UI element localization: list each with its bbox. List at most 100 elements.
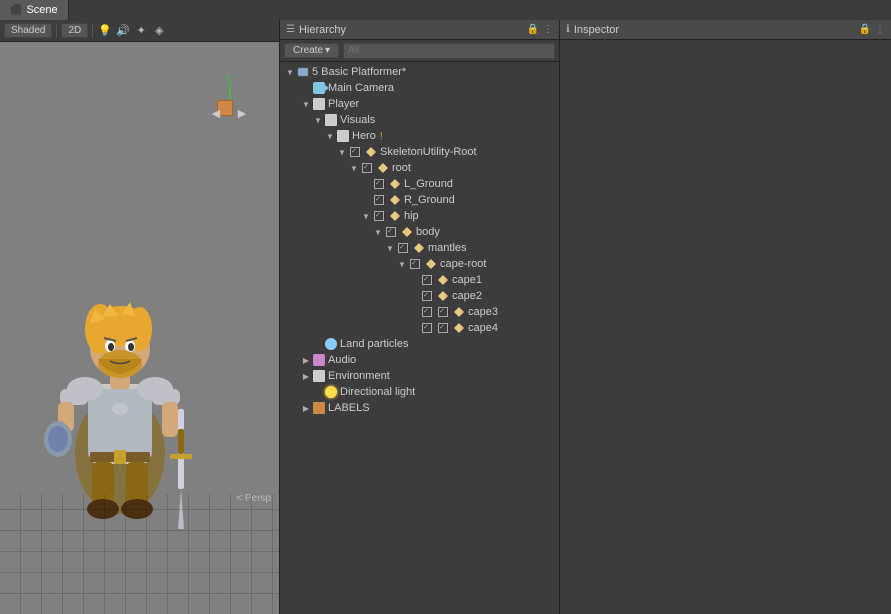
tree-item-land-particles[interactable]: Land particles bbox=[280, 336, 559, 352]
tree-item-l-ground[interactable]: L_Ground bbox=[280, 176, 559, 192]
body-check-icon bbox=[384, 225, 398, 239]
labels-icon bbox=[312, 401, 326, 415]
audio-arrow bbox=[300, 354, 312, 366]
land-particles-label: Land particles bbox=[340, 338, 409, 350]
mantles-label: mantles bbox=[428, 242, 467, 254]
mantles-check-icon bbox=[396, 241, 410, 255]
hierarchy-panel: ☰ Hierarchy 🔒 ⋮ Create ▾ bbox=[280, 20, 560, 614]
scene-tab-icon: ⬛ bbox=[10, 5, 22, 16]
cape2-label: cape2 bbox=[452, 290, 482, 302]
cape-root-check-icon bbox=[408, 257, 422, 271]
tree-item-environment[interactable]: Environment bbox=[280, 368, 559, 384]
tree-item-mantles[interactable]: mantles bbox=[280, 240, 559, 256]
top-tab-bar: ⬛ Scene bbox=[0, 0, 891, 20]
root-bone-icon bbox=[376, 161, 390, 175]
2d-btn[interactable]: 2D bbox=[61, 23, 88, 38]
shaded-btn[interactable]: Shaded bbox=[4, 23, 52, 38]
tree-item-labels[interactable]: LABELS bbox=[280, 400, 559, 416]
skeleton-root-icon bbox=[348, 145, 362, 159]
cape4-label: cape4 bbox=[468, 322, 498, 334]
audio-icon bbox=[312, 353, 326, 367]
inspector-panel: ℹ Inspector 🔒 ⋮ bbox=[560, 20, 891, 614]
visuals-arrow bbox=[312, 114, 324, 126]
cape4-check1-icon bbox=[420, 321, 434, 335]
tree-item-directional-light[interactable]: Directional light bbox=[280, 384, 559, 400]
r-ground-label: R_Ground bbox=[404, 194, 455, 206]
tree-item-cape3[interactable]: cape3 bbox=[280, 304, 559, 320]
create-btn-arrow: ▾ bbox=[325, 45, 330, 56]
hierarchy-header-icons: 🔒 ⋮ bbox=[527, 24, 553, 35]
audio-label: Audio bbox=[328, 354, 356, 366]
gizmos-icon[interactable]: ◈ bbox=[151, 23, 167, 39]
tree-item-r-ground[interactable]: R_Ground bbox=[280, 192, 559, 208]
labels-arrow bbox=[300, 402, 312, 414]
inspector-menu-icon[interactable]: ⋮ bbox=[875, 24, 885, 35]
hip-arrow bbox=[360, 210, 372, 222]
gizmo-arrow-right: ► bbox=[235, 105, 249, 121]
audio-icon[interactable]: 🔊 bbox=[115, 23, 131, 39]
tree-item-visuals[interactable]: Visuals bbox=[280, 112, 559, 128]
cape-root-bone-icon bbox=[424, 257, 438, 271]
inspector-header-icons: 🔒 ⋮ bbox=[859, 24, 885, 35]
scene-root-item[interactable]: 5 Basic Platformer* bbox=[280, 64, 559, 80]
inspector-icon: ℹ bbox=[566, 24, 570, 35]
scene-root-arrow bbox=[284, 66, 296, 78]
r-ground-check-icon bbox=[372, 193, 386, 207]
environment-label: Environment bbox=[328, 370, 390, 382]
hierarchy-header: ☰ Hierarchy 🔒 ⋮ bbox=[280, 20, 559, 40]
tree-item-hero[interactable]: Hero ! bbox=[280, 128, 559, 144]
hierarchy-search-input[interactable] bbox=[343, 43, 555, 59]
dir-light-icon bbox=[324, 385, 338, 399]
effects-icon[interactable]: ✦ bbox=[133, 23, 149, 39]
tree-item-main-camera[interactable]: Main Camera bbox=[280, 80, 559, 96]
tree-item-player[interactable]: Player bbox=[280, 96, 559, 112]
cape1-bone-icon bbox=[436, 273, 450, 287]
player-arrow bbox=[300, 98, 312, 110]
light-icon[interactable]: 💡 bbox=[97, 23, 113, 39]
environment-arrow bbox=[300, 370, 312, 382]
character-svg bbox=[30, 234, 210, 534]
scene-toolbar: Shaded 2D 💡 🔊 ✦ ◈ bbox=[0, 20, 279, 42]
hero-arrow bbox=[324, 130, 336, 142]
hierarchy-panel-icon: ☰ bbox=[286, 24, 295, 35]
gizmo-y-axis bbox=[229, 82, 231, 102]
root-check-icon bbox=[360, 161, 374, 175]
tree-item-skeleton-root[interactable]: SkeletonUtility-Root bbox=[280, 144, 559, 160]
scene-root-icon bbox=[296, 65, 310, 79]
tree-item-cape2[interactable]: cape2 bbox=[280, 288, 559, 304]
inspector-lock-icon[interactable]: 🔒 bbox=[859, 24, 871, 35]
scene-character bbox=[30, 234, 210, 534]
visuals-icon bbox=[324, 113, 338, 127]
skeleton-root-bone-icon bbox=[364, 145, 378, 159]
tree-item-cape-root[interactable]: cape-root bbox=[280, 256, 559, 272]
create-btn[interactable]: Create ▾ bbox=[284, 43, 339, 58]
tree-item-cape4[interactable]: cape4 bbox=[280, 320, 559, 336]
cape4-bone-icon bbox=[452, 321, 466, 335]
r-ground-bone-icon bbox=[388, 193, 402, 207]
tab-scene[interactable]: ⬛ Scene bbox=[0, 0, 69, 20]
gizmo-y-label: Y bbox=[225, 74, 232, 85]
labels-label: LABELS bbox=[328, 402, 370, 414]
scene-name-label: 5 Basic Platformer* bbox=[312, 66, 406, 78]
inspector-header: ℹ Inspector 🔒 ⋮ bbox=[560, 20, 891, 40]
skeleton-root-label: SkeletonUtility-Root bbox=[380, 146, 477, 158]
tree-item-audio[interactable]: Audio bbox=[280, 352, 559, 368]
right-panels: ☰ Hierarchy 🔒 ⋮ Create ▾ bbox=[280, 20, 891, 614]
create-btn-label: Create bbox=[293, 45, 323, 56]
hero-icon bbox=[336, 129, 350, 143]
cape1-label: cape1 bbox=[452, 274, 482, 286]
cape3-bone-icon bbox=[452, 305, 466, 319]
mantles-bone-icon bbox=[412, 241, 426, 255]
hierarchy-lock-icon[interactable]: 🔒 bbox=[527, 24, 539, 35]
tree-item-body[interactable]: body bbox=[280, 224, 559, 240]
tree-item-hip[interactable]: hip bbox=[280, 208, 559, 224]
inspector-content bbox=[560, 40, 891, 614]
cape3-label: cape3 bbox=[468, 306, 498, 318]
tree-item-root[interactable]: root bbox=[280, 160, 559, 176]
tree-item-cape1[interactable]: cape1 bbox=[280, 272, 559, 288]
hip-bone-icon bbox=[388, 209, 402, 223]
l-ground-label: L_Ground bbox=[404, 178, 453, 190]
hierarchy-menu-icon[interactable]: ⋮ bbox=[543, 24, 553, 35]
scene-canvas[interactable]: Y ◄ ► < Persp bbox=[0, 42, 279, 614]
inspector-title: Inspector bbox=[574, 24, 619, 36]
